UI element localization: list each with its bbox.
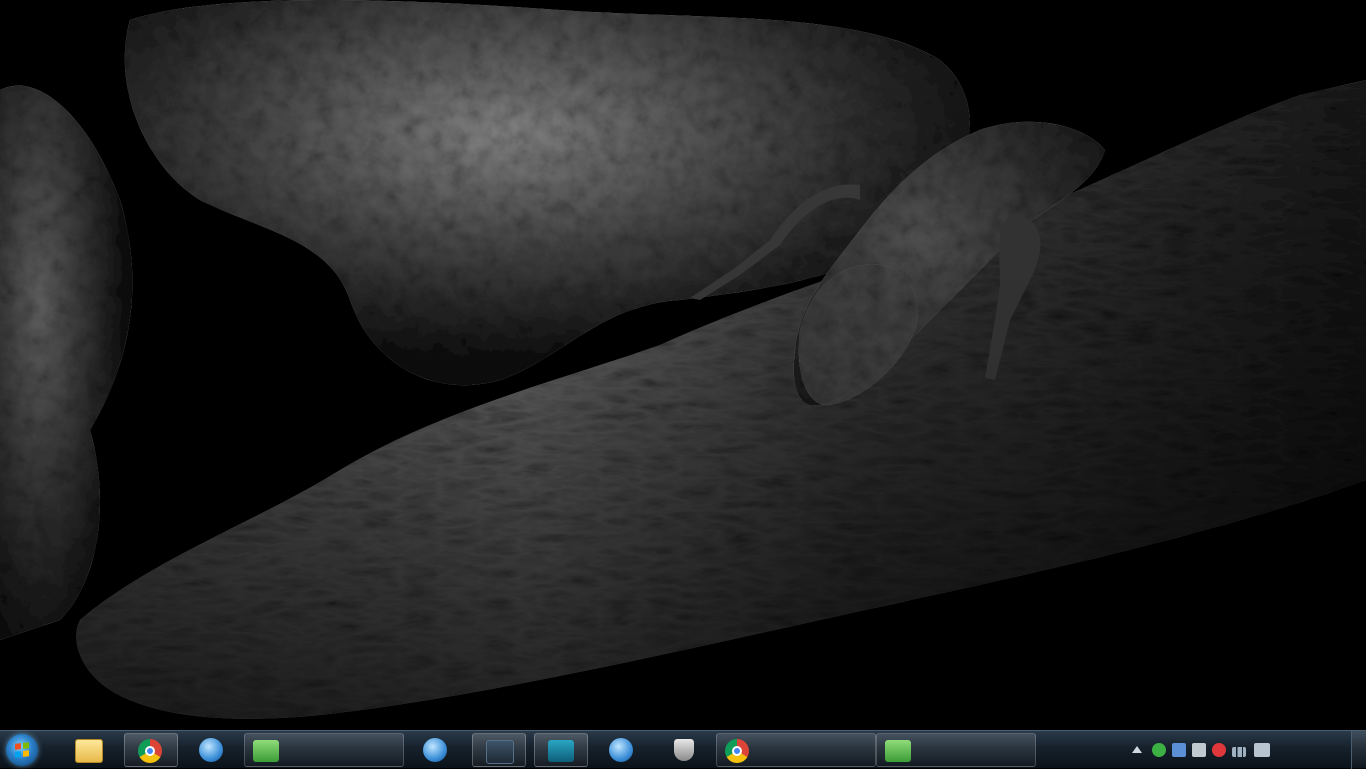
network-icon[interactable]: [1152, 743, 1166, 757]
desktop-wallpaper: [0, 0, 1366, 730]
taskbar-button-globe[interactable]: [410, 733, 464, 767]
globe-icon: [423, 738, 447, 762]
app-window-icon: [885, 740, 911, 762]
system-tray: [1120, 731, 1366, 769]
app-icon[interactable]: [1172, 743, 1186, 757]
taskbar-button-chrome-window[interactable]: [716, 733, 876, 767]
taskbar-button-security[interactable]: [658, 733, 712, 767]
flag-icon[interactable]: [1192, 743, 1206, 757]
taskbar-button-globe-2[interactable]: [596, 733, 650, 767]
shield-icon: [674, 739, 694, 761]
taskbar-button-app-window[interactable]: [244, 733, 404, 767]
volume-icon[interactable]: [1254, 743, 1270, 757]
taskbar-button-app-window-2[interactable]: [876, 733, 1036, 767]
signal-icon[interactable]: [1232, 747, 1246, 757]
globe-icon: [199, 738, 223, 762]
show-hidden-icon[interactable]: [1132, 746, 1142, 753]
folder-icon: [75, 739, 103, 763]
taskbar-button-explorer[interactable]: [62, 733, 116, 767]
windows-start-icon[interactable]: [6, 734, 38, 766]
chrome-icon: [138, 739, 162, 763]
desktop[interactable]: [0, 0, 1366, 730]
taskbar-button-label: [759, 744, 869, 758]
show-desktop-button[interactable]: [1351, 731, 1366, 769]
antivirus-icon[interactable]: [1212, 743, 1226, 757]
globe-icon: [609, 738, 633, 762]
taskbar-button-window[interactable]: [472, 733, 526, 767]
taskbar: [0, 730, 1366, 769]
chrome-icon: [725, 739, 749, 763]
taskbar-button-browser[interactable]: [186, 733, 240, 767]
app-window-icon: [253, 740, 279, 762]
window-icon: [486, 740, 514, 764]
taskbar-button-label: [919, 744, 1029, 758]
terminal-icon: [548, 740, 574, 762]
taskbar-button-label: [287, 744, 397, 758]
taskbar-button-terminal[interactable]: [534, 733, 588, 767]
taskbar-button-chrome[interactable]: [124, 733, 178, 767]
